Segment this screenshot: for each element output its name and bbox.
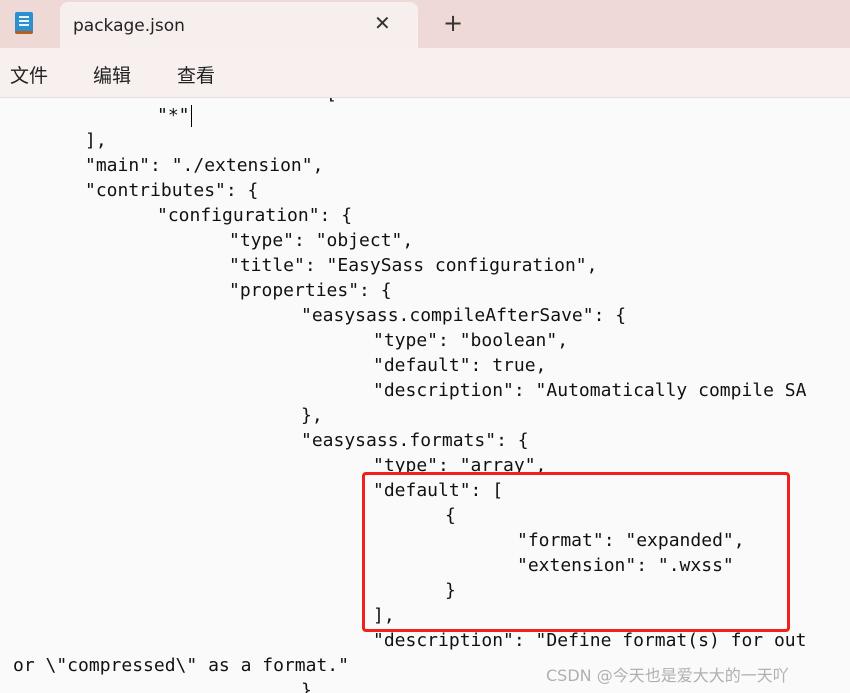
code-line: "*": [157, 103, 192, 128]
code-text: "type": "object",: [229, 230, 414, 251]
code-text: ],: [85, 130, 107, 151]
code-text: "description": "Automatically compile SA: [373, 380, 807, 401]
code-text: "description": "Define format(s) for out: [373, 630, 807, 651]
code-line: "contributes": {: [85, 178, 258, 203]
code-line: }: [301, 678, 312, 693]
code-text: "properties": {: [229, 280, 392, 301]
code-line: "default": true,: [373, 353, 546, 378]
code-line: "properties": {: [229, 278, 392, 303]
close-icon[interactable]: ✕: [374, 11, 391, 35]
code-line: "configuration": {: [157, 203, 352, 228]
code-text: "main": "./extension",: [85, 155, 324, 176]
code-text: "configuration": {: [157, 205, 353, 226]
code-line: "type": "object",: [229, 228, 413, 253]
code-text: "default": true,: [373, 355, 547, 376]
menu-view[interactable]: 查看: [177, 61, 215, 88]
code-line: "easysass.formats": {: [301, 428, 529, 453]
code-line-partial: [: [326, 98, 337, 106]
code-text: "*": [157, 105, 190, 126]
tab-bar: package.json ✕ +: [0, 0, 850, 48]
code-line: ],: [85, 128, 107, 153]
code-text: },: [301, 405, 323, 426]
tab-title: package.json: [73, 16, 185, 36]
code-line: "type": "boolean",: [373, 328, 568, 353]
menu-file[interactable]: 文件: [10, 61, 48, 88]
text-cursor: [190, 105, 192, 127]
code-line: },: [301, 403, 323, 428]
code-text: "easysass.compileAfterSave": {: [301, 305, 627, 326]
code-text: "type": "boolean",: [373, 330, 569, 351]
code-line: "title": "EasySass configuration",: [229, 253, 597, 278]
code-text: "easysass.formats": {: [301, 430, 529, 451]
code-line: "main": "./extension",: [85, 153, 323, 178]
highlight-box: [362, 472, 790, 632]
code-line: "easysass.compileAfterSave": {: [301, 303, 626, 328]
code-text: "title": "EasySass configuration",: [229, 255, 598, 276]
tab-package-json[interactable]: package.json ✕: [60, 2, 418, 48]
code-text: }: [301, 680, 312, 693]
code-line: "description": "Automatically compile SA: [373, 378, 806, 403]
code-text: or \"compressed\" as a format.": [13, 655, 349, 676]
code-text: "contributes": {: [85, 180, 259, 201]
menu-edit[interactable]: 编辑: [93, 61, 131, 88]
watermark: CSDN @今天也是爱大大的一天吖: [546, 666, 789, 685]
plus-icon[interactable]: +: [443, 9, 463, 37]
notepad-icon: [15, 12, 33, 34]
menu-bar: 文件 编辑 查看: [0, 48, 850, 98]
code-line: or \"compressed\" as a format.": [13, 653, 349, 678]
